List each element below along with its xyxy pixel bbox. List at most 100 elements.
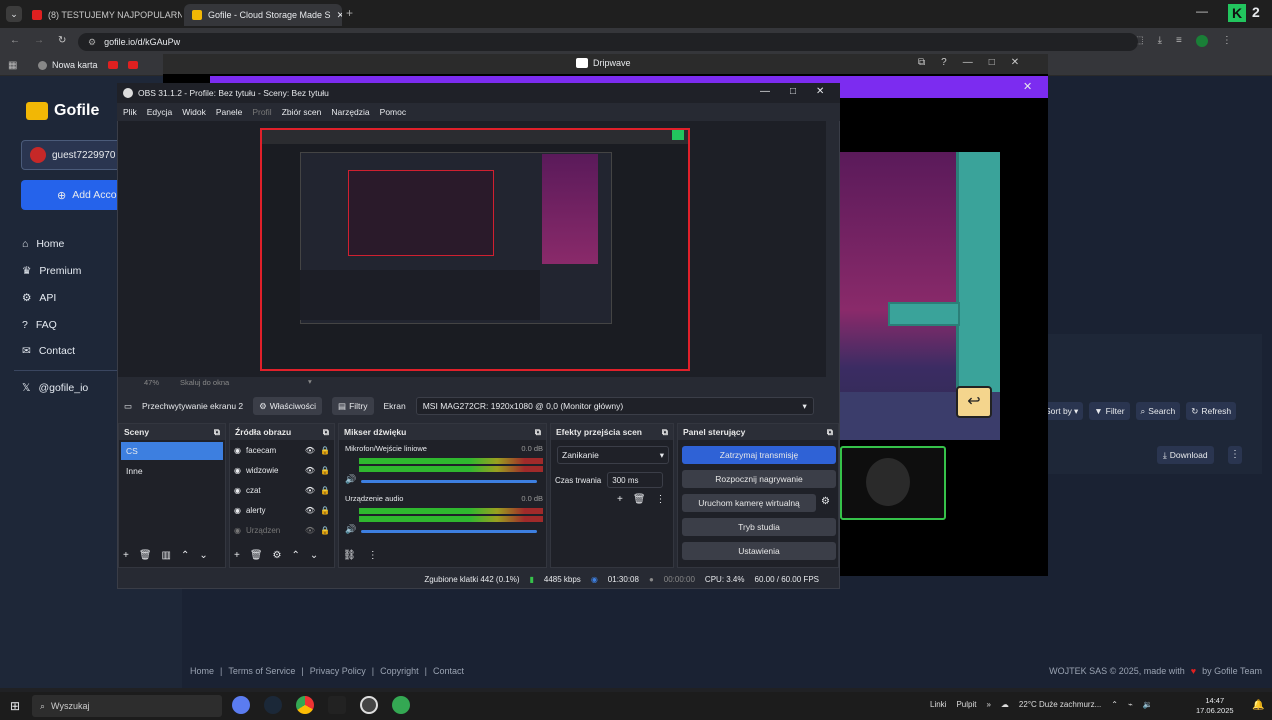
new-tab-icon[interactable]: + [346, 6, 353, 20]
up-icon[interactable]: ⌃ [181, 550, 189, 561]
stop-streaming-button[interactable]: Zatrzymaj transmisję [682, 446, 836, 464]
obs-icon[interactable] [360, 696, 378, 714]
menu-icon[interactable]: ⋮ [1222, 35, 1232, 47]
lock-icon[interactable]: 🔒 [320, 486, 330, 495]
menu-tools[interactable]: Narzędzia [331, 107, 369, 117]
filter-icon[interactable]: ▥ [162, 550, 171, 561]
footer-link-copyright[interactable]: Copyright [380, 666, 419, 676]
scene-item[interactable]: Inne [121, 462, 223, 480]
search-button[interactable]: ⌕ Search [1135, 402, 1181, 420]
taskbar-search[interactable]: ⌕ Wyszukaj [32, 695, 222, 717]
apps-grid-icon[interactable]: ▦ [8, 60, 17, 71]
link-icon[interactable]: ⛓ [343, 550, 356, 561]
tab-search-icon[interactable]: ⌄ [6, 6, 22, 22]
nav-premium[interactable]: ♛ Premium [22, 265, 81, 277]
close-icon[interactable]: ✕ [1011, 57, 1019, 68]
menu-edit[interactable]: Edycja [147, 107, 173, 117]
source-item[interactable]: ◉ widzowie 👁 🔒 [230, 460, 334, 480]
download-icon[interactable]: ⤓ [1158, 35, 1162, 47]
settings-button[interactable]: Ustawienia [682, 542, 836, 560]
tray-links[interactable]: Linki [930, 700, 946, 709]
source-item[interactable]: ◉ Urządzen 👁 🔒 [230, 520, 334, 540]
close-icon[interactable]: ✕ [337, 10, 342, 21]
eye-icon[interactable]: 👁 [305, 526, 315, 535]
more-options-icon[interactable]: ⋮ [1228, 446, 1242, 464]
speaker-icon[interactable]: 🔊 [345, 474, 356, 485]
transition-select[interactable]: Zanikanie ▾ [557, 446, 669, 464]
volume-slider[interactable] [361, 530, 537, 533]
help-icon[interactable]: ? [941, 57, 947, 68]
gofile-logo[interactable]: Gofile [26, 102, 99, 120]
windows-start-icon[interactable]: ⊞ [10, 699, 20, 713]
dock-options-icon[interactable]: ⧉ [214, 427, 220, 438]
bookmark-new-tab[interactable]: Nowa karta [38, 60, 98, 70]
chrome-icon[interactable] [296, 696, 314, 714]
lock-icon[interactable]: 🔒 [320, 526, 330, 535]
download-button[interactable]: ⤓ Download [1157, 446, 1214, 464]
caret-down-icon[interactable]: ▾ [308, 377, 312, 386]
eye-icon[interactable]: 👁 [305, 466, 315, 475]
zoom-level[interactable]: 47% [144, 378, 159, 387]
studio-mode-button[interactable]: Tryb studia [682, 518, 836, 536]
more-icon[interactable]: ⋮ [368, 550, 378, 561]
network-icon[interactable]: ⌁ [1128, 700, 1133, 709]
site-info-icon[interactable]: ⚙ [88, 37, 96, 48]
refresh-button[interactable]: ↻ Refresh [1186, 402, 1237, 420]
steam-icon[interactable] [264, 696, 282, 714]
youtube-bookmark-icon[interactable] [128, 61, 138, 69]
notification-icon[interactable]: 🔔 [1252, 700, 1264, 711]
lock-icon[interactable]: 🔒 [320, 466, 330, 475]
eye-icon[interactable]: 👁 [305, 486, 315, 495]
menu-help[interactable]: Pomoc [380, 107, 406, 117]
maximize-icon[interactable]: □ [989, 57, 995, 68]
screen-capture-source[interactable] [260, 128, 690, 371]
menu-profile[interactable]: Profil [252, 107, 271, 117]
lock-icon[interactable]: 🔒 [320, 506, 330, 515]
dock-options-icon[interactable]: ⧉ [827, 427, 833, 438]
chevron-up-icon[interactable]: ⌃ [1111, 700, 1118, 709]
duration-input[interactable]: 300 ms [607, 472, 664, 488]
minimize-icon[interactable]: — [760, 86, 770, 97]
nav-home[interactable]: ⌂ Home [22, 238, 64, 250]
nav-social-x[interactable]: 𝕏 @gofile_io [22, 382, 88, 394]
up-icon[interactable]: ⌃ [292, 550, 300, 561]
down-icon[interactable]: ⌄ [199, 550, 207, 561]
tab-youtube[interactable]: (8) TESTUJEMY NAJPOPULARN ✕ [24, 4, 182, 26]
filter-button[interactable]: ▼ Filter [1089, 402, 1130, 420]
speaker-icon[interactable]: 🔊 [345, 524, 356, 535]
gear-icon[interactable]: ⚙ [273, 550, 282, 561]
address-bar[interactable]: ⚙ gofile.io/d/kGAuPw [78, 33, 1138, 51]
chevron-icon[interactable]: » [986, 700, 990, 709]
minimize-icon[interactable]: — [963, 57, 973, 68]
tab-groups-icon[interactable]: ≡ [1176, 35, 1182, 47]
nav-api[interactable]: ⚙ API [22, 292, 56, 304]
nav-faq[interactable]: ? FAQ [22, 319, 57, 331]
footer-link-contact[interactable]: Contact [433, 666, 464, 676]
maximize-icon[interactable]: □ [790, 86, 796, 97]
menu-docks[interactable]: Panele [216, 107, 242, 117]
trash-icon[interactable]: 🗑 [139, 550, 152, 561]
volume-slider[interactable] [361, 480, 537, 483]
app-icon[interactable] [328, 696, 346, 714]
scene-item[interactable]: CS [121, 442, 223, 460]
tray-desktop[interactable]: Pulpit [956, 700, 976, 709]
source-item[interactable]: ◉ alerty 👁 🔒 [230, 500, 334, 520]
scale-mode[interactable]: Skaluj do okna [180, 378, 229, 387]
properties-button[interactable]: ⚙ Właściwości [253, 397, 323, 415]
eye-icon[interactable]: 👁 [305, 446, 315, 455]
menu-scene-collection[interactable]: Zbiór scen [282, 107, 322, 117]
menu-view[interactable]: Widok [182, 107, 206, 117]
eye-icon[interactable]: 👁 [305, 506, 315, 515]
volume-icon[interactable]: 🔉 [1143, 700, 1153, 709]
game-canvas[interactable]: ↩ [838, 152, 1000, 440]
minimize-icon[interactable]: — [1196, 4, 1208, 18]
back-arrow-icon[interactable]: ↩ [956, 386, 992, 418]
source-item[interactable]: ◉ facecam 👁 🔒 [230, 440, 334, 460]
back-icon[interactable]: ← [10, 35, 20, 46]
trash-icon[interactable]: 🗑 [250, 550, 263, 561]
add-icon[interactable]: + [234, 550, 240, 561]
virtual-camera-button[interactable]: Uruchom kamerę wirtualną [682, 494, 816, 512]
app-icon[interactable] [232, 696, 250, 714]
reload-icon[interactable]: ↻ [58, 35, 66, 46]
weather-text[interactable]: 22°C Duże zachmurz... [1019, 700, 1101, 709]
